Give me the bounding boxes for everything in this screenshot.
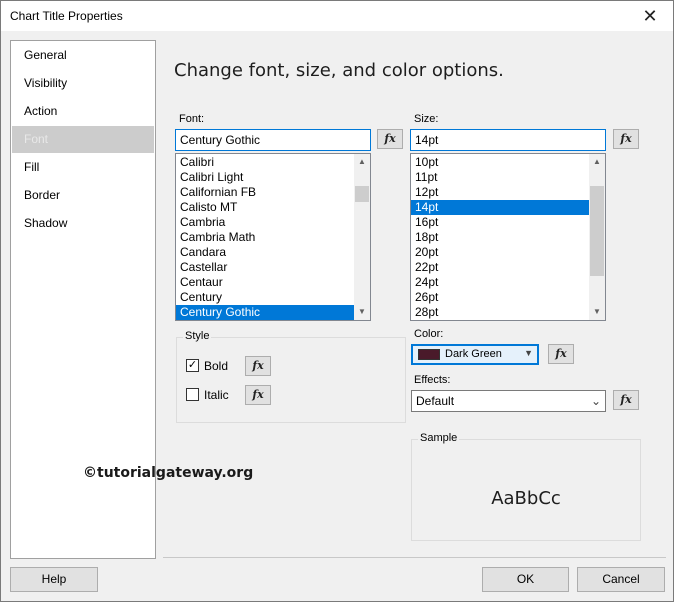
italic-checkbox[interactable] [186,388,199,401]
size-label: Size: [414,113,439,125]
list-item[interactable]: Calibri [176,155,354,170]
effects-value: Default [416,394,455,408]
font-list-scrollbar[interactable]: ▲ ▼ [354,154,370,320]
sidebar: General Visibility Action Font Fill Bord… [10,40,156,559]
sample-group: Sample AaBbCc [411,432,641,541]
fx-icon: fx [620,132,632,145]
window-title: Chart Title Properties [10,9,123,23]
list-item[interactable]: Castellar [176,260,354,275]
italic-fx-button[interactable]: fx [245,385,271,405]
size-input[interactable]: 14pt [410,129,606,151]
fx-icon: fx [252,388,264,401]
scroll-down-icon[interactable]: ▼ [589,304,605,320]
list-item[interactable]: Centaur [176,275,354,290]
ok-button[interactable]: OK [482,567,569,592]
size-list-scrollbar[interactable]: ▲ ▼ [589,154,605,320]
style-group-title: Style [183,330,212,342]
list-item[interactable]: Cambria Math [176,230,354,245]
scroll-up-icon[interactable]: ▲ [354,154,370,170]
list-item[interactable]: 16pt [411,215,589,230]
list-item[interactable]: 26pt [411,290,589,305]
list-item[interactable]: 10pt [411,155,589,170]
sidebar-item-action[interactable]: Action [12,98,154,125]
list-item[interactable]: 20pt [411,245,589,260]
scroll-thumb[interactable] [355,186,369,202]
list-item[interactable]: 11pt [411,170,589,185]
effects-dropdown[interactable]: Default ⌄ [411,390,606,412]
watermark-text: ©tutorialgateway.org [83,465,254,481]
list-item[interactable]: 22pt [411,260,589,275]
effects-fx-button[interactable]: fx [613,390,639,410]
fx-icon: fx [620,393,632,406]
bold-checkbox[interactable]: ✓ [186,359,199,372]
scroll-thumb[interactable] [590,186,604,276]
italic-label: Italic [204,388,229,402]
sidebar-item-shadow[interactable]: Shadow [12,210,154,237]
close-icon: ✕ [642,5,658,26]
sample-preview-text: AaBbCc [491,488,561,509]
list-item[interactable]: 28pt [411,305,589,320]
list-item[interactable]: Calibri Light [176,170,354,185]
dialog-window: Chart Title Properties ✕ General Visibil… [0,0,674,602]
list-item[interactable]: Century [176,290,354,305]
title-bar: Chart Title Properties ✕ [1,1,673,31]
close-button[interactable]: ✕ [627,1,673,31]
list-item-selected[interactable]: 14pt [411,200,589,215]
font-input[interactable]: Century Gothic [175,129,371,151]
sidebar-item-border[interactable]: Border [12,182,154,209]
list-item[interactable]: 24pt [411,275,589,290]
size-list[interactable]: 10pt 11pt 12pt 14pt 16pt 18pt 20pt 22pt … [410,153,606,321]
divider [163,557,666,558]
fx-icon: fx [555,347,567,360]
font-fx-button[interactable]: fx [377,129,403,149]
color-value: Dark Green [445,348,502,360]
list-item[interactable]: Calisto MT [176,200,354,215]
sidebar-item-general[interactable]: General [12,42,154,69]
color-dropdown[interactable]: Dark Green ▼ [411,344,539,365]
color-label: Color: [414,328,444,340]
color-fx-button[interactable]: fx [548,344,574,364]
font-list-items: Calibri Calibri Light Californian FB Cal… [176,155,354,320]
font-label: Font: [179,113,205,125]
chevron-down-icon: ⌄ [590,394,601,408]
list-item-selected[interactable]: Century Gothic [176,305,354,320]
size-list-items: 10pt 11pt 12pt 14pt 16pt 18pt 20pt 22pt … [411,155,589,320]
color-swatch [418,349,440,360]
chevron-down-icon: ▼ [524,348,533,358]
sidebar-item-font[interactable]: Font [12,126,154,153]
help-button[interactable]: Help [10,567,98,592]
list-item[interactable]: 12pt [411,185,589,200]
fx-icon: fx [384,132,396,145]
effects-label: Effects: [414,374,451,386]
page-heading: Change font, size, and color options. [174,60,504,81]
list-item[interactable]: 18pt [411,230,589,245]
font-list[interactable]: Calibri Calibri Light Californian FB Cal… [175,153,371,321]
list-item[interactable]: Californian FB [176,185,354,200]
bold-fx-button[interactable]: fx [245,356,271,376]
size-fx-button[interactable]: fx [613,129,639,149]
sample-group-title: Sample [418,432,460,444]
style-group: Style ✓ Bold fx Italic fx [176,330,406,423]
sidebar-item-visibility[interactable]: Visibility [12,70,154,97]
sidebar-item-fill[interactable]: Fill [12,154,154,181]
scroll-up-icon[interactable]: ▲ [589,154,605,170]
bold-label: Bold [204,359,229,373]
list-item[interactable]: Candara [176,245,354,260]
cancel-button[interactable]: Cancel [577,567,665,592]
scroll-down-icon[interactable]: ▼ [354,304,370,320]
fx-icon: fx [252,359,264,372]
list-item[interactable]: Cambria [176,215,354,230]
